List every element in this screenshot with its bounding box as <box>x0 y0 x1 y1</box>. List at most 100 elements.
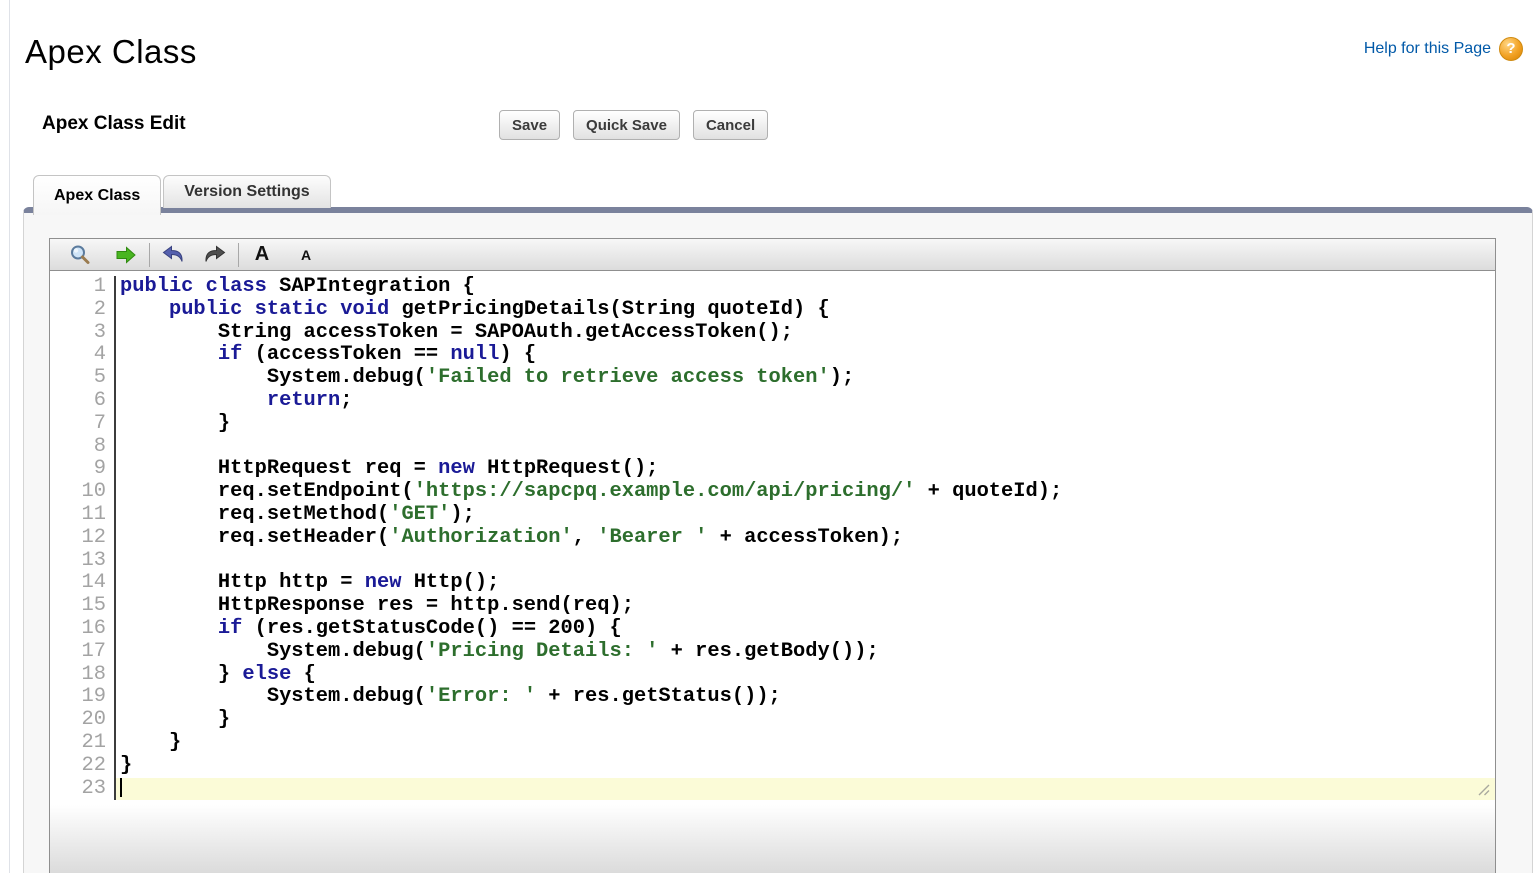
line-number: 19 <box>50 686 116 709</box>
code-plain: + quoteId); <box>915 480 1062 503</box>
code-string: 'GET' <box>389 503 450 526</box>
search-icon <box>68 243 92 267</box>
line-number: 16 <box>50 618 116 641</box>
code-plain: } <box>120 663 242 686</box>
code-string: 'https://sapcpq.example.com/api/pricing/… <box>414 480 916 503</box>
editor-empty-area <box>50 805 1495 873</box>
code-lines: 1public class SAPIntegration {2 public s… <box>50 271 1495 800</box>
code-text: } else { <box>116 664 1495 687</box>
code-plain: System.debug( <box>120 685 426 708</box>
undo-icon <box>160 242 186 268</box>
code-line[interactable]: 22} <box>50 755 1495 778</box>
code-line[interactable]: 16 if (res.getStatusCode() == 200) { <box>50 618 1495 641</box>
code-line[interactable]: 23 <box>50 778 1495 801</box>
code-plain: req.setMethod( <box>120 503 389 526</box>
code-line[interactable]: 17 System.debug('Pricing Details: ' + re… <box>50 641 1495 664</box>
code-text: System.debug('Error: ' + res.getStatus()… <box>116 686 1495 709</box>
code-line[interactable]: 15 HttpResponse res = http.send(req); <box>50 595 1495 618</box>
toolbar-separator <box>149 243 150 267</box>
code-line[interactable]: 12 req.setHeader('Authorization', 'Beare… <box>50 527 1495 550</box>
tab-apex-class[interactable]: Apex Class <box>33 175 161 215</box>
line-number: 17 <box>50 641 116 664</box>
code-line[interactable]: 18 } else { <box>50 664 1495 687</box>
tab-bar: Apex Class Version Settings <box>33 175 331 215</box>
code-keyword: else <box>242 663 291 686</box>
code-line[interactable]: 8 <box>50 436 1495 459</box>
page-title: Apex Class <box>25 33 197 71</box>
code-plain: } <box>120 731 181 754</box>
line-number: 11 <box>50 504 116 527</box>
code-text: public static void getPricingDetails(Str… <box>116 299 1495 322</box>
code-line[interactable]: 10 req.setEndpoint('https://sapcpq.examp… <box>50 481 1495 504</box>
line-number: 15 <box>50 595 116 618</box>
code-line[interactable]: 11 req.setMethod('GET'); <box>50 504 1495 527</box>
code-plain: } <box>120 412 230 435</box>
code-text: req.setEndpoint('https://sapcpq.example.… <box>116 481 1495 504</box>
text-cursor <box>120 778 122 797</box>
code-keyword: new <box>438 457 475 480</box>
redo-button[interactable] <box>201 241 229 269</box>
code-string: 'Error: ' <box>426 685 536 708</box>
code-plain: + res.getStatus()); <box>536 685 781 708</box>
font-size-increase-button[interactable]: A <box>248 241 276 269</box>
code-string: 'Failed to retrieve access token' <box>426 366 830 389</box>
code-plain <box>120 298 169 321</box>
code-text: HttpRequest req = new HttpRequest(); <box>116 458 1495 481</box>
code-editor[interactable]: 1public class SAPIntegration {2 public s… <box>49 271 1496 873</box>
resize-grip-icon[interactable] <box>1476 782 1491 797</box>
code-plain: HttpRequest(); <box>475 457 659 480</box>
code-line[interactable]: 13 <box>50 550 1495 573</box>
code-line[interactable]: 19 System.debug('Error: ' + res.getStatu… <box>50 686 1495 709</box>
code-line[interactable]: 20 } <box>50 709 1495 732</box>
code-line[interactable]: 2 public static void getPricingDetails(S… <box>50 299 1495 322</box>
code-text <box>116 436 1495 459</box>
code-plain: + res.getBody()); <box>658 640 878 663</box>
code-line[interactable]: 7 } <box>50 413 1495 436</box>
font-size-decrease-button[interactable]: A <box>292 241 320 269</box>
code-line[interactable]: 9 HttpRequest req = new HttpRequest(); <box>50 458 1495 481</box>
code-text: } <box>116 709 1495 732</box>
code-text: Http http = new Http(); <box>116 572 1495 595</box>
code-line[interactable]: 14 Http http = new Http(); <box>50 572 1495 595</box>
code-text: String accessToken = SAPOAuth.getAccessT… <box>116 322 1495 345</box>
code-line[interactable]: 4 if (accessToken == null) { <box>50 344 1495 367</box>
code-string: 'Authorization' <box>389 526 573 549</box>
line-number: 6 <box>50 390 116 413</box>
cancel-button[interactable]: Cancel <box>693 110 768 140</box>
code-line[interactable]: 6 return; <box>50 390 1495 413</box>
code-text: if (res.getStatusCode() == 200) { <box>116 618 1495 641</box>
quick-save-button[interactable]: Quick Save <box>573 110 680 140</box>
code-keyword: if <box>218 617 242 640</box>
search-button[interactable] <box>66 241 94 269</box>
go-to-line-arrow-icon <box>114 243 138 267</box>
code-line[interactable]: 21 } <box>50 732 1495 755</box>
code-plain: Http(); <box>401 571 499 594</box>
page: Apex Class Help for this Page ? Apex Cla… <box>0 0 1536 873</box>
line-number: 10 <box>50 481 116 504</box>
code-line[interactable]: 3 String accessToken = SAPOAuth.getAcces… <box>50 322 1495 345</box>
code-string: 'Pricing Details: ' <box>426 640 659 663</box>
line-number: 22 <box>50 755 116 778</box>
help-link[interactable]: Help for this Page <box>1364 40 1491 58</box>
undo-button[interactable] <box>159 241 187 269</box>
line-number: 5 <box>50 367 116 390</box>
code-plain: (accessToken == <box>242 343 450 366</box>
code-keyword: null <box>450 343 499 366</box>
code-text: HttpResponse res = http.send(req); <box>116 595 1495 618</box>
code-line[interactable]: 5 System.debug('Failed to retrieve acces… <box>50 367 1495 390</box>
code-plain: String accessToken = SAPOAuth.getAccessT… <box>120 321 793 344</box>
help-question-icon[interactable]: ? <box>1499 37 1523 61</box>
tab-version-settings[interactable]: Version Settings <box>163 175 330 208</box>
code-keyword: public static void <box>169 298 389 321</box>
code-plain: ) { <box>499 343 536 366</box>
page-left-border <box>9 0 10 873</box>
code-line[interactable]: 1public class SAPIntegration { <box>50 276 1495 299</box>
code-plain <box>120 343 218 366</box>
code-plain: ; <box>340 389 352 412</box>
go-to-line-button[interactable] <box>112 241 140 269</box>
code-plain: Http http = <box>120 571 365 594</box>
code-plain: req.setEndpoint( <box>120 480 414 503</box>
save-button[interactable]: Save <box>499 110 560 140</box>
code-text: public class SAPIntegration { <box>116 276 1495 299</box>
code-plain: ); <box>450 503 474 526</box>
